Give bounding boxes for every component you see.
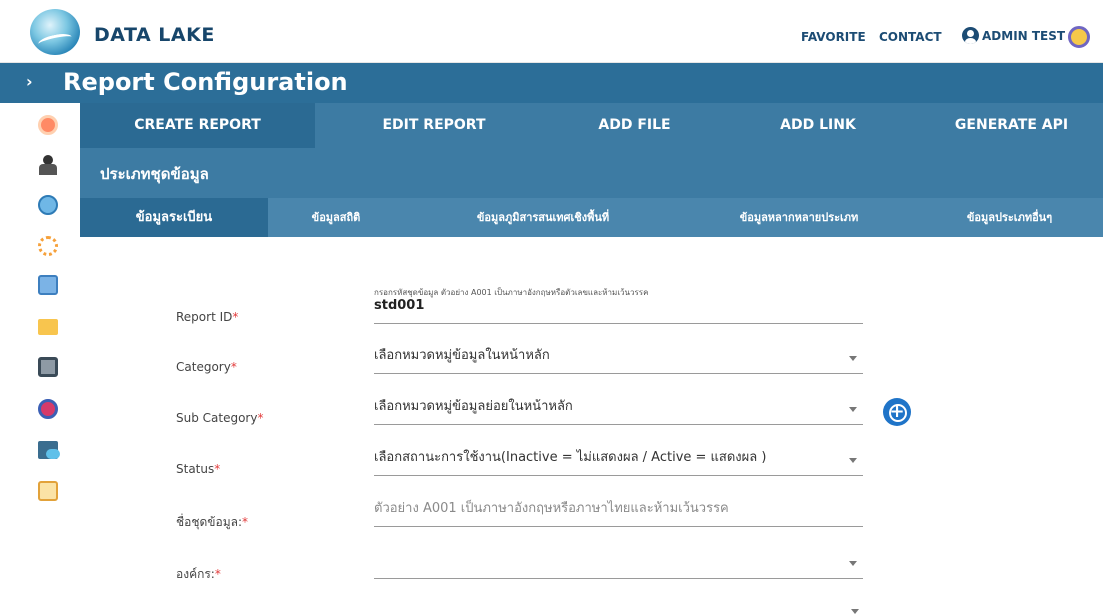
dataset-name-input[interactable]: ตัวอย่าง A001 เป็นภาษาอังกฤษหรือภาษาไทยแ… xyxy=(374,495,863,527)
dataset-name-label: ชื่อชุดข้อมูล:* xyxy=(176,515,249,529)
top-header: DATA LAKE FAVORITE CONTACT ADMIN TEST xyxy=(0,0,1103,63)
users-icon[interactable] xyxy=(38,155,58,175)
sub-category-select-value: เลือกหมวดหมู่ข้อมูลย่อยในหน้าหลัก xyxy=(374,399,573,414)
plus-icon: + xyxy=(889,401,905,422)
required-mark: * xyxy=(242,515,249,529)
chevron-down-icon[interactable] xyxy=(851,609,859,614)
required-mark: * xyxy=(214,462,221,476)
tab-add-file[interactable]: ADD FILE xyxy=(553,103,716,148)
main-tabs: CREATE REPORT EDIT REPORT ADD FILE ADD L… xyxy=(80,103,1103,148)
tab-create-report[interactable]: CREATE REPORT xyxy=(80,103,315,148)
required-mark: * xyxy=(214,567,221,581)
dataset-name-placeholder: ตัวอย่าง A001 เป็นภาษาอังกฤษหรือภาษาไทยแ… xyxy=(374,501,729,516)
status-label: Status* xyxy=(176,462,221,476)
brand-name[interactable]: DATA LAKE xyxy=(94,24,215,46)
icon-sidebar xyxy=(0,103,80,615)
chevron-down-icon xyxy=(849,356,857,361)
required-mark: * xyxy=(232,310,239,324)
report-form: Report ID* กรอกรหัสชุดข้อมูล ตัวอย่าง A0… xyxy=(80,237,1103,615)
calendar-icon[interactable] xyxy=(38,481,58,501)
subtab-other[interactable]: ข้อมูลประเภทอื่นๆ xyxy=(916,198,1103,237)
chevron-down-icon xyxy=(849,458,857,463)
category-select[interactable]: เลือกหมวดหมู่ข้อมูลในหน้าหลัก xyxy=(374,342,863,374)
chevron-down-icon xyxy=(849,407,857,412)
app-logo-icon[interactable] xyxy=(30,9,80,55)
category-select-value: เลือกหมวดหมู่ข้อมูลในหน้าหลัก xyxy=(374,348,550,363)
globe-icon[interactable] xyxy=(38,195,58,215)
dataset-type-section: ประเภทชุดข้อมูล xyxy=(80,148,1103,198)
required-mark: * xyxy=(230,360,237,374)
subtab-multi-type[interactable]: ข้อมูลหลากหลายประเภท xyxy=(682,198,916,237)
clipboard-icon[interactable] xyxy=(38,275,58,295)
user-name: ADMIN TEST xyxy=(982,28,1066,43)
settings-gear-icon[interactable] xyxy=(1068,26,1090,48)
subtab-geospatial[interactable]: ข้อมูลภูมิสารสนเทศเชิงพื้นที่ xyxy=(404,198,682,237)
tab-edit-report[interactable]: EDIT REPORT xyxy=(315,103,553,148)
status-select-value: เลือกสถานะการใช้งาน(Inactive = ไม่แสดงผล… xyxy=(374,450,767,465)
chevron-right-icon[interactable]: › xyxy=(26,72,33,91)
monitor-icon[interactable] xyxy=(38,357,58,377)
report-id-input[interactable]: std001 xyxy=(374,298,424,313)
camera-icon[interactable] xyxy=(38,399,58,419)
sub-category-select[interactable]: เลือกหมวดหมู่ข้อมูลย่อยในหน้าหลัก xyxy=(374,393,863,425)
sub-tabs: ข้อมูลระเบียน ข้อมูลสถิติ ข้อมูลภูมิสารส… xyxy=(80,198,1103,237)
nav-contact-link[interactable]: CONTACT xyxy=(879,30,942,44)
sub-category-label: Sub Category* xyxy=(176,411,264,425)
section-title: ประเภทชุดข้อมูล xyxy=(100,165,209,183)
subtab-records[interactable]: ข้อมูลระเบียน xyxy=(80,198,268,237)
network-icon[interactable] xyxy=(38,236,58,256)
tab-add-link[interactable]: ADD LINK xyxy=(716,103,920,148)
cloud-icon[interactable] xyxy=(38,441,60,459)
folder-icon[interactable] xyxy=(38,319,58,335)
required-mark: * xyxy=(257,411,264,425)
subtab-statistics[interactable]: ข้อมูลสถิติ xyxy=(268,198,404,237)
organization-label: องค์กร:* xyxy=(176,567,221,581)
report-id-underline xyxy=(374,323,863,324)
page-title-bar: › Report Configuration xyxy=(0,63,1103,103)
organization-select[interactable] xyxy=(374,547,863,579)
app-logo-icon[interactable] xyxy=(38,115,58,135)
status-select[interactable]: เลือกสถานะการใช้งาน(Inactive = ไม่แสดงผล… xyxy=(374,444,863,476)
add-sub-category-button[interactable]: + xyxy=(883,398,911,426)
category-label: Category* xyxy=(176,360,237,374)
chevron-down-icon xyxy=(849,561,857,566)
nav-favorite-link[interactable]: FAVORITE xyxy=(801,30,866,44)
user-icon xyxy=(962,27,979,44)
report-id-label: Report ID* xyxy=(176,310,239,324)
page-title: Report Configuration xyxy=(63,68,348,96)
user-menu[interactable]: ADMIN TEST xyxy=(962,27,1065,44)
tab-generate-api[interactable]: GENERATE API xyxy=(920,103,1103,148)
